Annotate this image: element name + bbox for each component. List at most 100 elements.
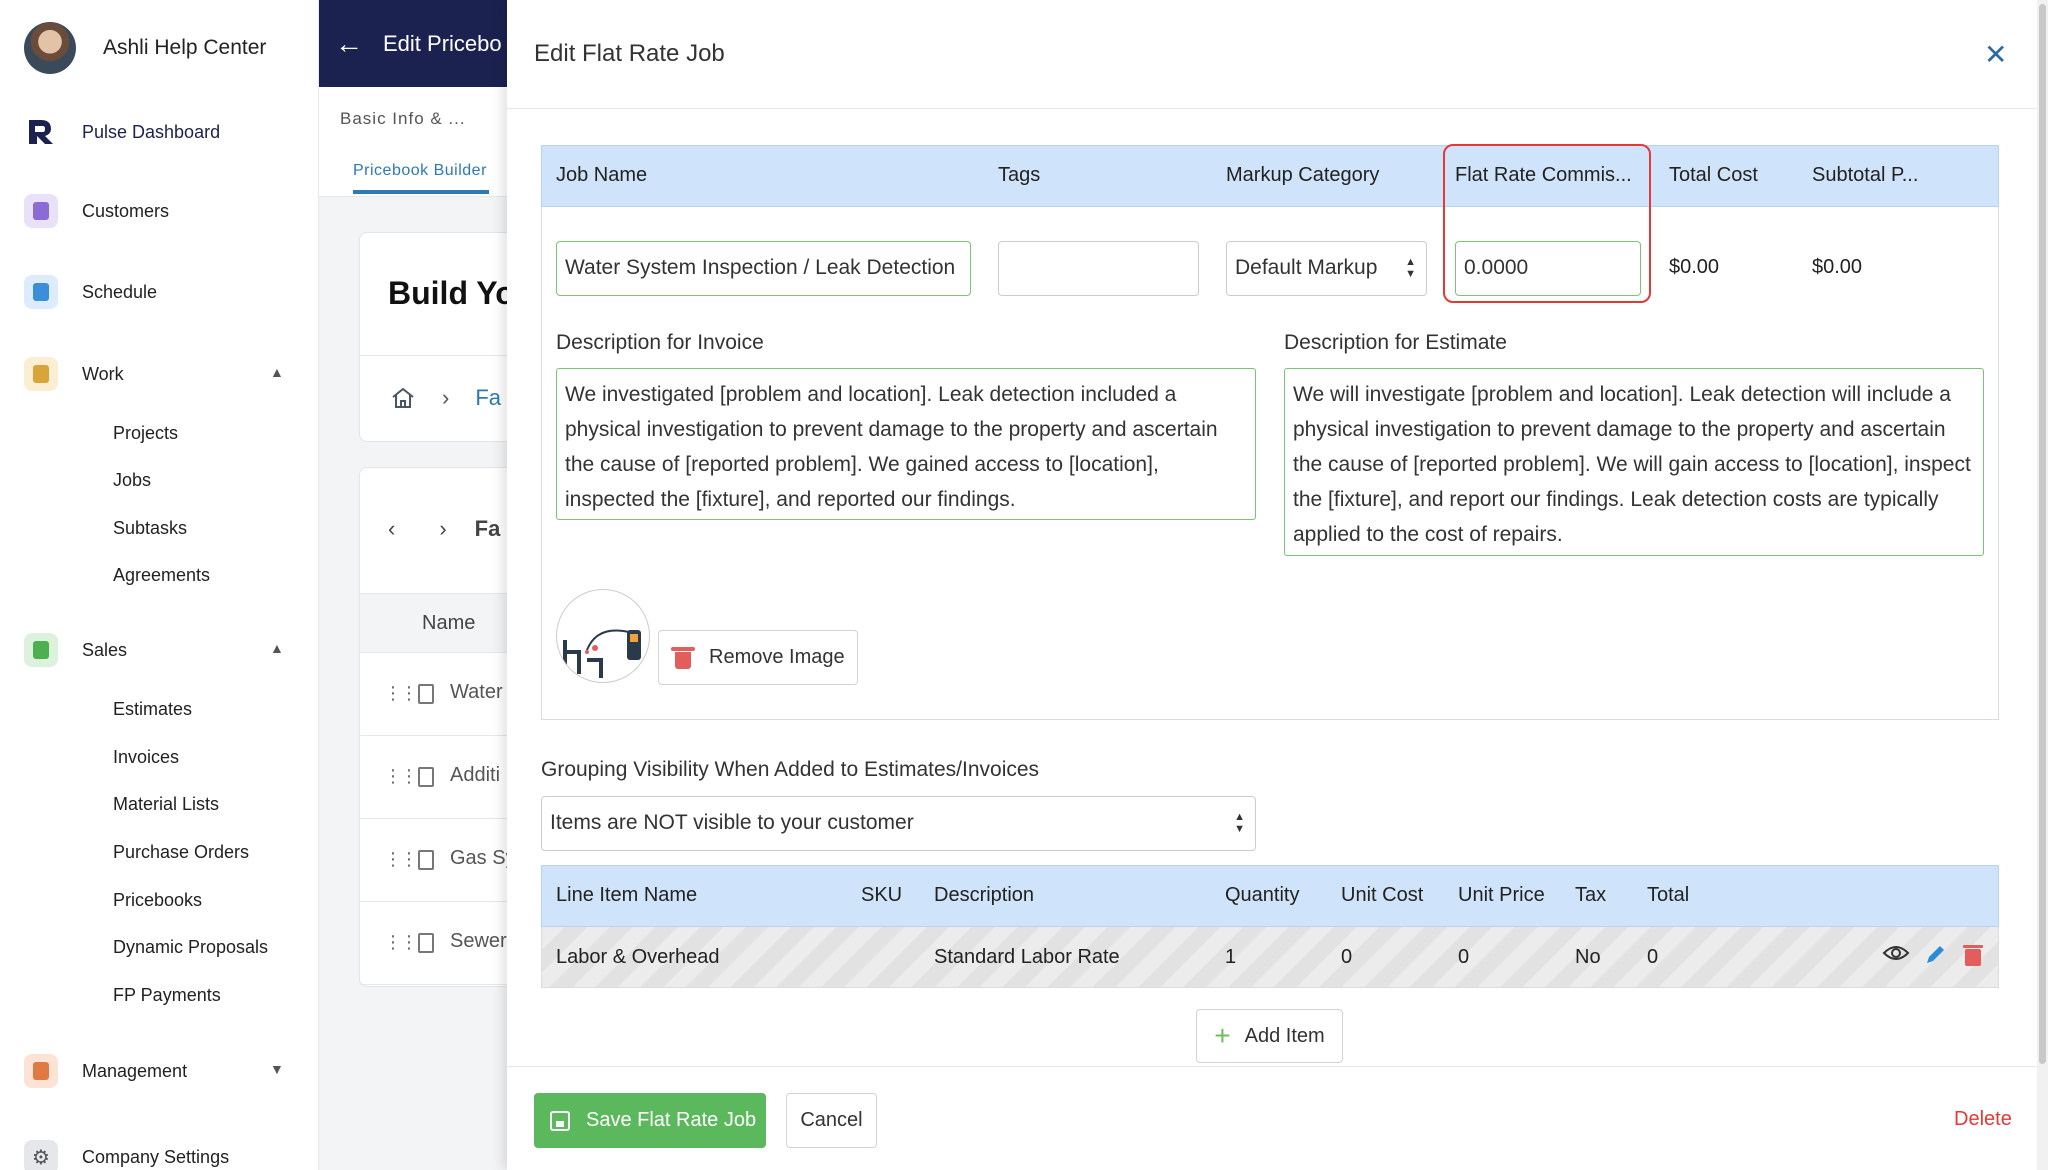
line-item-unit-cost: 0: [1341, 946, 1353, 968]
column-header-total-cost: Total Cost: [1669, 164, 1758, 186]
sidebar-label: Company Settings: [82, 1146, 230, 1167]
tab-pricebook-builder[interactable]: Pricebook Builder: [353, 162, 487, 180]
sidebar-label: Pulse Dashboard: [82, 121, 221, 142]
chevron-up-icon[interactable]: ▲: [270, 364, 284, 380]
invoice-description-textarea[interactable]: We investigated [problem and location]. …: [556, 368, 1256, 520]
tab-basic-info[interactable]: Basic Info & ...: [340, 109, 466, 129]
sidebar-item-company-settings[interactable]: ⚙ Company Settings: [24, 1140, 229, 1170]
document-icon: [418, 684, 434, 704]
chevron-right-icon[interactable]: ›: [439, 516, 446, 542]
builder-title: Build Yo: [388, 275, 515, 311]
avatar[interactable]: [24, 22, 76, 74]
divider: [507, 1066, 2037, 1067]
row-name: Additi: [450, 764, 501, 786]
line-item-description: Standard Labor Rate: [934, 946, 1120, 968]
user-profile[interactable]: Ashli Help Center: [24, 22, 266, 74]
sidebar-label: Sales: [82, 639, 128, 660]
breadcrumb-link[interactable]: Fa: [475, 385, 501, 411]
table-row[interactable]: ⋮⋮ Sewer: [360, 902, 508, 985]
column-header-tags: Tags: [998, 164, 1041, 186]
sidebar-item-customers[interactable]: Customers: [24, 194, 169, 228]
sidebar-subitem-material-lists[interactable]: Material Lists: [113, 794, 219, 815]
grouping-visibility-select[interactable]: Items are NOT visible to your customer ▲…: [541, 796, 1256, 851]
sidebar: Ashli Help Center Pulse Dashboard Custom…: [0, 0, 319, 1170]
category-name: Fa: [474, 516, 501, 541]
estimate-description-textarea[interactable]: We will investigate [problem and locatio…: [1284, 368, 1984, 556]
sidebar-item-sales[interactable]: Sales: [24, 633, 127, 667]
sidebar-subitem-agreements[interactable]: Agreements: [113, 565, 210, 586]
eye-icon[interactable]: [1882, 943, 1910, 969]
column-header-name: Name: [422, 612, 476, 634]
markup-category-select[interactable]: Default Markup ▲ ▼: [1226, 241, 1427, 296]
pencil-icon[interactable]: [1923, 943, 1947, 973]
tags-input[interactable]: [998, 241, 1199, 296]
sidebar-item-work[interactable]: Work: [24, 357, 124, 391]
estimate-description-label: Description for Estimate: [1284, 331, 1507, 354]
sidebar-item-pulse-dashboard[interactable]: Pulse Dashboard: [24, 115, 220, 149]
sidebar-subitem-jobs[interactable]: Jobs: [113, 470, 151, 491]
chevron-left-icon[interactable]: ‹: [388, 516, 395, 542]
category-card: ‹ › Fa Name ⋮⋮ Water ⋮⋮ Additi ⋮⋮ Gas Sy: [359, 467, 516, 987]
scrollbar-thumb[interactable]: [2039, 4, 2046, 1064]
sidebar-item-schedule[interactable]: Schedule: [24, 275, 157, 309]
pricebook-title: Edit Pricebo: [383, 30, 502, 56]
sidebar-subitem-estimates[interactable]: Estimates: [113, 699, 192, 720]
pricebook-header: ← Edit Pricebo: [319, 0, 507, 87]
sidebar-subitem-pricebooks[interactable]: Pricebooks: [113, 890, 202, 911]
drag-handle-icon[interactable]: ⋮⋮: [384, 849, 418, 870]
category-nav: ‹ › Fa: [388, 516, 500, 542]
sidebar-subitem-invoices[interactable]: Invoices: [113, 747, 179, 768]
drag-handle-icon[interactable]: ⋮⋮: [384, 932, 418, 953]
trash-icon[interactable]: [1963, 943, 1983, 973]
select-arrows-icon: ▲ ▼: [1405, 256, 1416, 280]
remove-image-button[interactable]: Remove Image: [658, 630, 858, 685]
sidebar-subitem-dynamic-proposals[interactable]: Dynamic Proposals: [113, 937, 268, 958]
total-cost-value: $0.00: [1669, 256, 1720, 278]
grouping-visibility-label: Grouping Visibility When Added to Estima…: [541, 758, 1040, 781]
user-name: Ashli Help Center: [103, 36, 267, 59]
drag-handle-icon[interactable]: ⋮⋮: [384, 766, 418, 787]
sidebar-subitem-fp-payments[interactable]: FP Payments: [113, 985, 221, 1006]
add-item-button[interactable]: + Add Item: [1196, 1009, 1343, 1063]
table-row[interactable]: [541, 927, 1999, 988]
sidebar-label: Work: [82, 363, 124, 384]
drag-handle-icon[interactable]: ⋮⋮: [384, 683, 418, 704]
grouping-visibility-value: Items are NOT visible to your customer: [550, 811, 914, 834]
chevron-down-icon[interactable]: ▼: [270, 1061, 284, 1077]
document-icon: [418, 850, 434, 870]
chevron-up-icon[interactable]: ▲: [270, 640, 284, 656]
table-row[interactable]: ⋮⋮ Additi: [360, 736, 508, 819]
column-header-tax: Tax: [1575, 884, 1607, 906]
table-row[interactable]: ⋮⋮ Gas Sy: [360, 819, 516, 902]
delete-button[interactable]: Delete: [1954, 1108, 2012, 1131]
document-icon: [418, 767, 434, 787]
row-name: Water: [450, 681, 503, 703]
close-icon[interactable]: ✕: [1984, 38, 2007, 71]
calendar-icon: [24, 275, 58, 309]
job-name-input[interactable]: Water System Inspection / Leak Detection: [556, 241, 971, 296]
clipboard-icon: [24, 357, 58, 391]
leak-detection-illustration: [563, 629, 641, 678]
column-header-job-name: Job Name: [556, 164, 648, 186]
home-icon[interactable]: [390, 386, 416, 410]
chevron-right-icon: ›: [442, 385, 450, 410]
sidebar-subitem-purchase-orders[interactable]: Purchase Orders: [113, 842, 249, 863]
job-image-thumbnail[interactable]: [556, 589, 650, 683]
back-arrow-icon[interactable]: ←: [335, 28, 363, 60]
sidebar-subitem-projects[interactable]: Projects: [113, 423, 178, 444]
table-row[interactable]: ⋮⋮ Water: [360, 653, 508, 736]
add-item-label: Add Item: [1244, 1024, 1325, 1047]
column-header-line-item-name: Line Item Name: [556, 884, 698, 906]
sidebar-subitem-subtasks[interactable]: Subtasks: [113, 518, 187, 539]
markup-category-value: Default Markup: [1235, 256, 1378, 279]
save-flat-rate-job-button[interactable]: Save Flat Rate Job: [534, 1093, 766, 1148]
sidebar-label: Management: [82, 1060, 188, 1081]
column-header-subtotal: Subtotal P...: [1812, 164, 1919, 186]
sidebar-item-management[interactable]: Management: [24, 1054, 187, 1088]
row-name: Gas Sy: [450, 847, 516, 869]
builder-card: Build Yo › Fa: [359, 232, 515, 442]
pricebook-editor-panel: ← Edit Pricebo Basic Info & ... Priceboo…: [319, 0, 516, 1170]
save-label: Save Flat Rate Job: [586, 1109, 757, 1131]
cancel-button[interactable]: Cancel: [786, 1093, 877, 1148]
sidebar-label: Customers: [82, 200, 170, 221]
